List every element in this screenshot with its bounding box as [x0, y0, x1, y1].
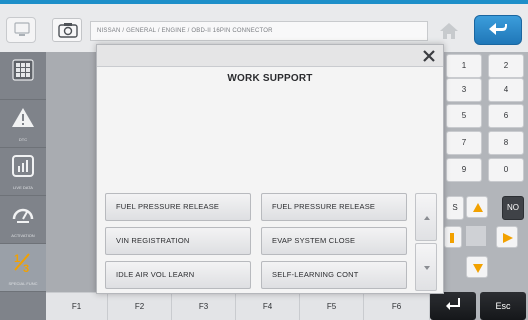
- sidebar: DTC LIVE DATA ACTIVATION 1 3 SPECIAL FUN…: [0, 52, 46, 320]
- warning-icon: [12, 108, 34, 127]
- sidebar-item-label: LIVE DATA: [13, 185, 33, 190]
- key-3[interactable]: 3: [446, 78, 482, 102]
- f4-key[interactable]: F4: [236, 293, 300, 320]
- key-7[interactable]: 7: [446, 131, 482, 155]
- chart-icon: [12, 155, 34, 177]
- sidebar-item-label: SPECIAL FUNC: [8, 281, 38, 286]
- grid-icon: [12, 59, 34, 81]
- sidebar-item-live-data[interactable]: LIVE DATA: [0, 148, 46, 196]
- yes-key[interactable]: S: [446, 196, 464, 220]
- dpad-center: [466, 226, 486, 246]
- vehicle-menu-button[interactable]: [6, 17, 36, 43]
- key-9[interactable]: 9: [446, 158, 482, 182]
- esc-key[interactable]: Esc: [480, 292, 526, 320]
- dialog-header: [97, 45, 443, 67]
- back-button[interactable]: [474, 15, 522, 45]
- arrow-up-icon: [473, 203, 483, 212]
- arrow-down-key[interactable]: [466, 256, 488, 278]
- arrow-left-icon: [450, 233, 454, 243]
- scroll-up-button[interactable]: [415, 193, 437, 241]
- sidebar-item-special-function[interactable]: 1 3 SPECIAL FUNC: [0, 244, 46, 292]
- gauge-icon: [12, 208, 34, 223]
- arrow-down-icon: [473, 264, 483, 273]
- fuel-pressure-release-button[interactable]: FUEL PRESSURE RELEASE: [105, 193, 251, 221]
- svg-text:3: 3: [23, 263, 29, 274]
- scroll-up-icon: [424, 216, 430, 220]
- key-5[interactable]: 5: [446, 104, 482, 128]
- home-icon: [440, 23, 458, 39]
- evap-system-close-button[interactable]: EVAP SYSTEM CLOSE: [261, 227, 407, 255]
- keypad: 1 2 3 4 5 6 7 8 9 0 S NO: [444, 52, 528, 320]
- breadcrumb: NISSAN / GENERAL / ENGINE / OBD-II 16PIN…: [90, 21, 428, 41]
- screenshot-button[interactable]: [52, 18, 82, 42]
- f6-key[interactable]: F6: [364, 293, 430, 320]
- key-8[interactable]: 8: [488, 131, 524, 155]
- sidebar-item-dtc[interactable]: DTC: [0, 100, 46, 148]
- back-arrow-icon: [489, 23, 507, 35]
- f5-key[interactable]: F5: [300, 293, 364, 320]
- close-icon[interactable]: [421, 48, 437, 64]
- scroll-down-button[interactable]: [415, 243, 437, 291]
- vehicle-menu-icon: [14, 22, 30, 36]
- work-support-dialog: WORK SUPPORT FUEL PRESSURE RELEASE FUEL …: [96, 44, 444, 294]
- key-2[interactable]: 2: [488, 54, 524, 78]
- f3-key[interactable]: F3: [172, 293, 236, 320]
- arrow-right-key[interactable]: [496, 226, 518, 248]
- no-key[interactable]: NO: [502, 196, 524, 220]
- key-6[interactable]: 6: [488, 104, 524, 128]
- self-learning-cont-button[interactable]: SELF-LEARNING CONT: [261, 261, 407, 289]
- idle-air-vol-learn-button[interactable]: IDLE AIR VOL LEARN: [105, 261, 251, 289]
- fraction-icon: 1 3: [14, 253, 30, 274]
- sidebar-item-label: ACTIVATION: [11, 233, 35, 238]
- arrow-left-key[interactable]: [444, 226, 462, 248]
- enter-key[interactable]: [430, 292, 476, 320]
- svg-text:1: 1: [14, 253, 20, 265]
- sidebar-item-menu[interactable]: [0, 52, 46, 100]
- key-0[interactable]: 0: [488, 158, 524, 182]
- arrow-up-key[interactable]: [466, 196, 488, 218]
- function-key-bar: F1 F2 F3 F4 F5 F6: [46, 292, 444, 320]
- enter-icon: [446, 298, 460, 310]
- sidebar-item-label: DTC: [18, 137, 28, 142]
- vin-registration-button[interactable]: VIN REGISTRATION: [105, 227, 251, 255]
- fuel-pressure-release-button-2[interactable]: FUEL PRESSURE RELEASE: [261, 193, 407, 221]
- home-button[interactable]: [434, 18, 464, 44]
- arrow-right-icon: [503, 233, 513, 243]
- sidebar-item-activation[interactable]: ACTIVATION: [0, 196, 46, 244]
- key-4[interactable]: 4: [488, 78, 524, 102]
- dialog-title: WORK SUPPORT: [227, 73, 313, 84]
- camera-icon: [58, 23, 78, 38]
- scroll-down-icon: [424, 266, 430, 270]
- f1-key[interactable]: F1: [46, 293, 108, 320]
- key-1[interactable]: 1: [446, 54, 482, 78]
- f2-key[interactable]: F2: [108, 293, 172, 320]
